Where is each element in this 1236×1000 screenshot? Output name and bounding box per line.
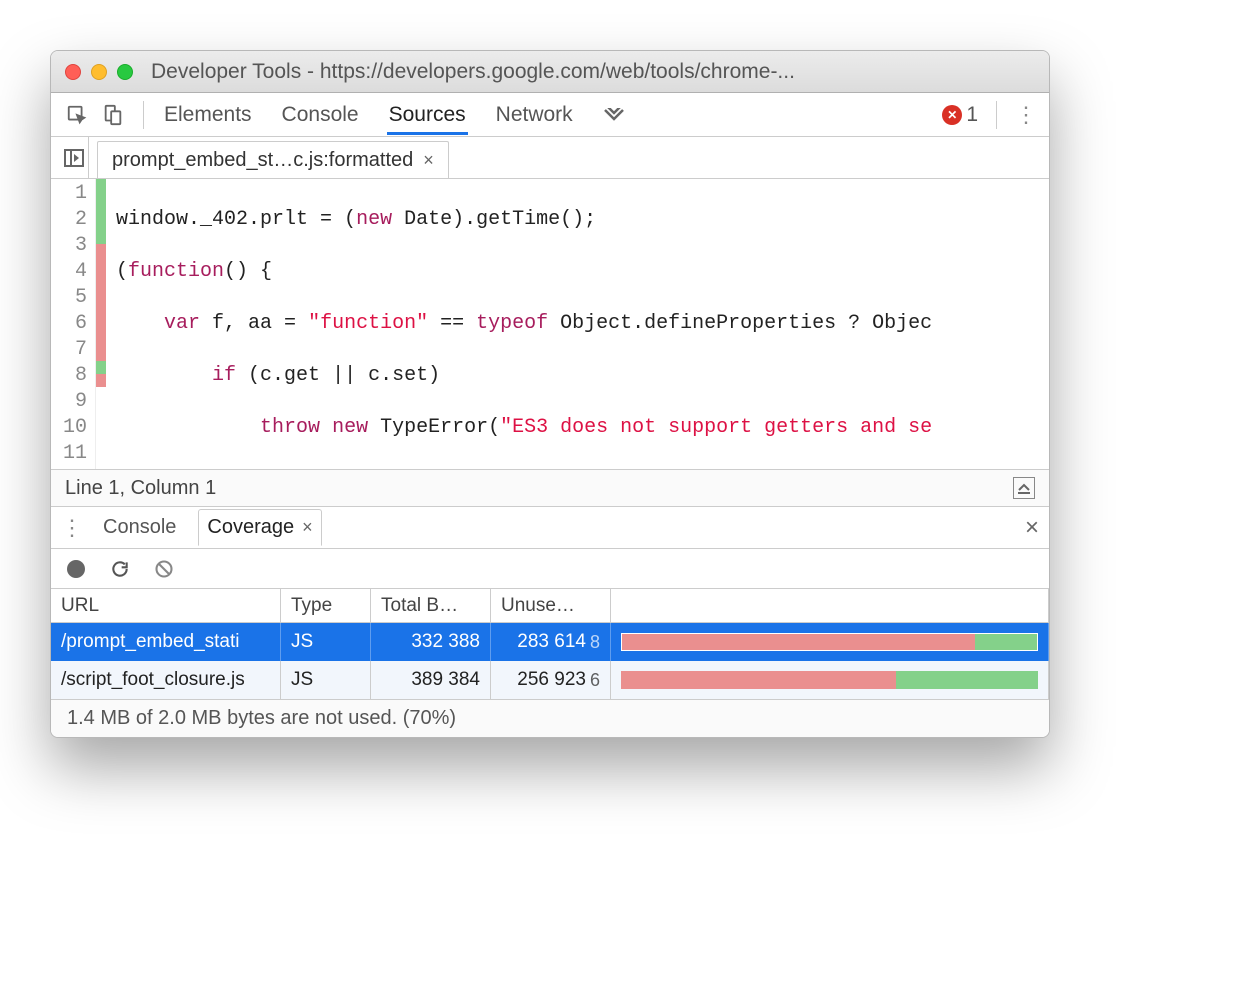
header-unused-bytes[interactable]: Unuse… (491, 589, 611, 622)
sources-file-tabs: prompt_embed_st…c.js:formatted × (51, 137, 1049, 179)
header-url[interactable]: URL (51, 589, 281, 622)
coverage-row[interactable]: /script_foot_closure.jsJS389 384256 9236 (51, 661, 1049, 699)
coverage-total-bytes: 332 388 (371, 623, 491, 661)
line-gutter: 1 2 3 4 5 6 7 8 9 10 11 (51, 179, 96, 469)
editor-status-bar: Line 1, Column 1 (51, 469, 1049, 507)
coverage-gutter (96, 179, 106, 469)
tab-elements[interactable]: Elements (162, 95, 254, 135)
drawer-tabs: ⋮ Console Coverage × × (51, 507, 1049, 549)
coverage-table-header: URL Type Total B… Unuse… (51, 589, 1049, 623)
coverage-usage-bar (611, 661, 1049, 699)
coverage-toolbar (51, 549, 1049, 589)
traffic-lights (65, 64, 133, 80)
close-drawer-icon[interactable]: × (1025, 514, 1039, 542)
tab-network[interactable]: Network (494, 95, 575, 135)
separator (996, 101, 997, 129)
record-icon[interactable] (65, 558, 87, 580)
coverage-url: /script_foot_closure.js (51, 661, 281, 699)
header-total-bytes[interactable]: Total B… (371, 589, 491, 622)
drawer-tab-coverage[interactable]: Coverage × (198, 509, 321, 546)
window-title: Developer Tools - https://developers.goo… (151, 60, 795, 84)
inspect-element-icon[interactable] (65, 103, 89, 127)
cursor-position: Line 1, Column 1 (65, 477, 216, 500)
file-tab-label: prompt_embed_st…c.js:formatted (112, 149, 413, 172)
coverage-total-bytes: 389 384 (371, 661, 491, 699)
separator (143, 101, 144, 129)
panel-tabs: Elements Console Sources Network (162, 95, 627, 135)
coverage-table-body: /prompt_embed_statiJS332 388283 6148/scr… (51, 623, 1049, 699)
settings-menu-icon[interactable]: ⋮ (1015, 102, 1035, 128)
code-editor[interactable]: 1 2 3 4 5 6 7 8 9 10 11 window._402.prlt… (51, 179, 1049, 469)
devtools-window: Developer Tools - https://developers.goo… (50, 50, 1050, 738)
main-toolbar: Elements Console Sources Network 1 ⋮ (51, 93, 1049, 137)
coverage-usage-bar (611, 623, 1049, 661)
coverage-unused-bytes: 256 9236 (491, 661, 611, 699)
close-tab-icon[interactable]: × (423, 150, 434, 171)
error-count-badge[interactable]: 1 (942, 103, 978, 127)
close-drawer-tab-icon[interactable]: × (302, 517, 313, 538)
close-window-button[interactable] (65, 64, 81, 80)
drawer-menu-icon[interactable]: ⋮ (61, 515, 81, 541)
code-content[interactable]: window._402.prlt = (new Date).getTime();… (106, 179, 932, 469)
header-visualization (611, 589, 1049, 622)
tab-console[interactable]: Console (280, 95, 361, 135)
coverage-type: JS (281, 623, 371, 661)
error-count: 1 (966, 103, 978, 127)
file-tab[interactable]: prompt_embed_st…c.js:formatted × (97, 141, 449, 178)
coverage-summary: 1.4 MB of 2.0 MB bytes are not used. (70… (51, 699, 1049, 737)
header-type[interactable]: Type (281, 589, 371, 622)
device-toolbar-icon[interactable] (101, 103, 125, 127)
maximize-window-button[interactable] (117, 64, 133, 80)
coverage-url: /prompt_embed_stati (51, 623, 281, 661)
expand-panel-icon[interactable] (1013, 477, 1035, 499)
clear-icon[interactable] (153, 558, 175, 580)
minimize-window-button[interactable] (91, 64, 107, 80)
tab-sources[interactable]: Sources (387, 95, 468, 135)
coverage-row[interactable]: /prompt_embed_statiJS332 388283 6148 (51, 623, 1049, 661)
drawer-tab-console[interactable]: Console (95, 510, 184, 545)
error-icon (942, 105, 962, 125)
tab-overflow-icon[interactable] (601, 100, 627, 130)
coverage-type: JS (281, 661, 371, 699)
titlebar: Developer Tools - https://developers.goo… (51, 51, 1049, 93)
reload-icon[interactable] (109, 558, 131, 580)
coverage-unused-bytes: 283 6148 (491, 623, 611, 661)
navigator-toggle-icon[interactable] (59, 137, 89, 178)
